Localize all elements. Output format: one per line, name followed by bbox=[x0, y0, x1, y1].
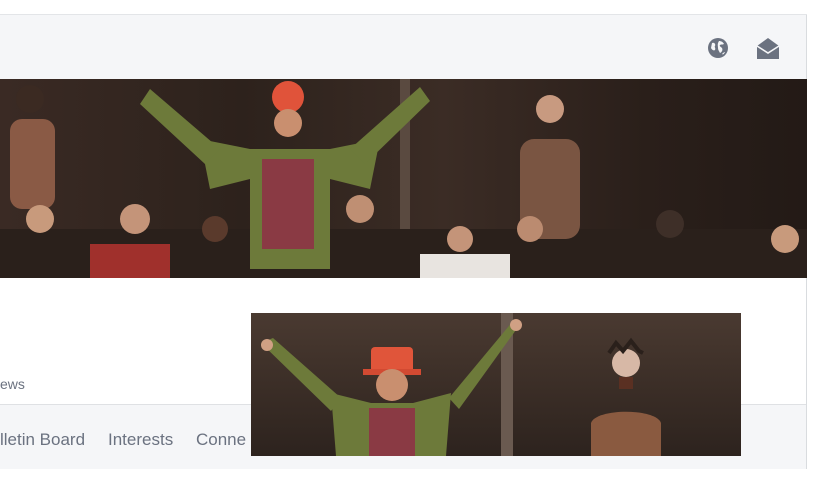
tab-interests[interactable]: Interests bbox=[108, 430, 173, 450]
tab-connections[interactable]: Conne bbox=[196, 430, 246, 450]
top-toolbar bbox=[0, 15, 807, 79]
tab-bulletin-board[interactable]: lletin Board bbox=[0, 430, 85, 450]
cover-banner-image bbox=[0, 79, 807, 278]
envelope-open-icon[interactable] bbox=[755, 35, 781, 61]
globe-icon[interactable] bbox=[707, 37, 729, 59]
image-preview-popup[interactable] bbox=[251, 313, 741, 456]
views-label: ews bbox=[0, 376, 25, 392]
